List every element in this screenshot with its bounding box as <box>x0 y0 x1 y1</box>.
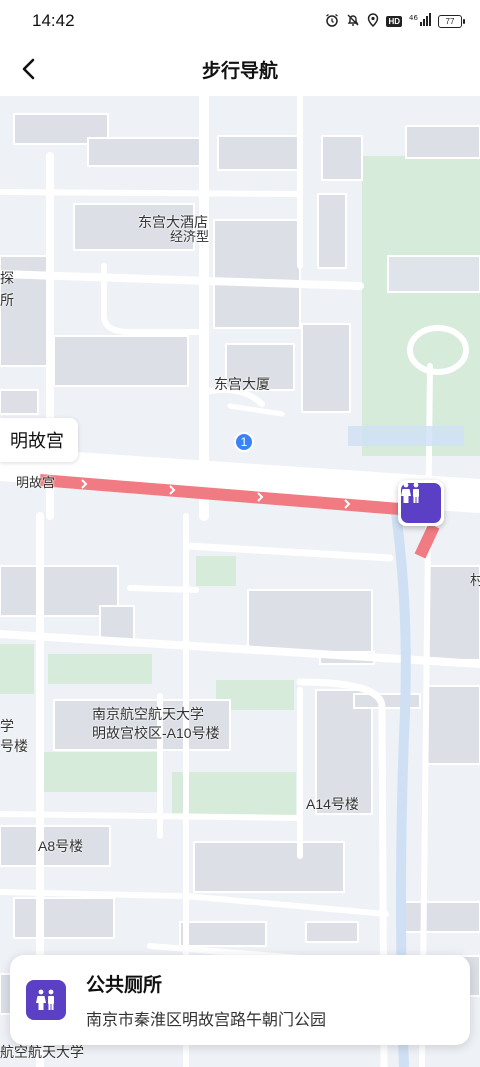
back-button[interactable] <box>14 54 44 84</box>
map-label-univ-line2: 明故宫校区-A10号楼 <box>92 725 220 741</box>
alarm-icon <box>325 13 339 30</box>
map-label-a8: A8号楼 <box>38 838 84 854</box>
map-view[interactable]: 东宫大酒店 经济型 东宫大厦 探 所 明故宫 南京航空航天大学 明故宫校区-A1… <box>0 96 480 1067</box>
map-label-left-hao: 号楼 <box>0 738 28 754</box>
map-label-bottom-univ: 航空航天大学 <box>0 1044 84 1060</box>
poi-chip[interactable]: 明故宫 <box>0 418 78 462</box>
svg-text:46: 46 <box>409 14 418 22</box>
signal-icon: 46 <box>409 12 431 30</box>
status-bar: 14:42 HD 46 77 <box>0 0 480 42</box>
map-label-a14: A14号楼 <box>306 796 359 812</box>
page-title: 步行导航 <box>201 60 278 82</box>
map-canvas <box>0 96 480 1067</box>
toilet-marker[interactable] <box>398 480 444 526</box>
map-label-dong-gong-building: 东宫大厦 <box>214 376 270 392</box>
restroom-icon <box>401 482 441 523</box>
chevron-left-icon <box>22 58 35 80</box>
map-label-univ-line1: 南京航空航天大学 <box>92 706 204 722</box>
map-label-hotel-sub: 经济型 <box>170 229 210 244</box>
mute-bell-icon <box>346 13 360 30</box>
hd-badge: HD <box>386 15 402 27</box>
step-marker[interactable]: 1 <box>234 432 254 452</box>
nav-bar: 步行导航 <box>0 42 480 96</box>
map-label-left-edge-2: 所 <box>0 292 14 308</box>
status-icons: HD 46 77 <box>325 12 465 30</box>
card-title: 公共厕所 <box>86 975 163 996</box>
map-label-road-left: 明故宫 <box>16 475 56 490</box>
restroom-icon <box>26 980 66 1020</box>
status-time: 14:42 <box>32 11 75 30</box>
map-label-left-xue: 学 <box>0 718 14 734</box>
map-label-left-edge-1: 探 <box>0 270 14 286</box>
destination-card[interactable]: 公共厕所 南京市秦淮区明故宫路午朝门公园 <box>10 955 470 1045</box>
map-label-right-edge: 村 <box>470 572 480 588</box>
card-address: 南京市秦淮区明故宫路午朝门公园 <box>86 1012 327 1029</box>
battery-icon: 77 <box>438 14 465 28</box>
location-icon <box>367 12 379 30</box>
card-text: 公共厕所 南京市秦淮区明故宫路午朝门公园 <box>86 970 326 1030</box>
